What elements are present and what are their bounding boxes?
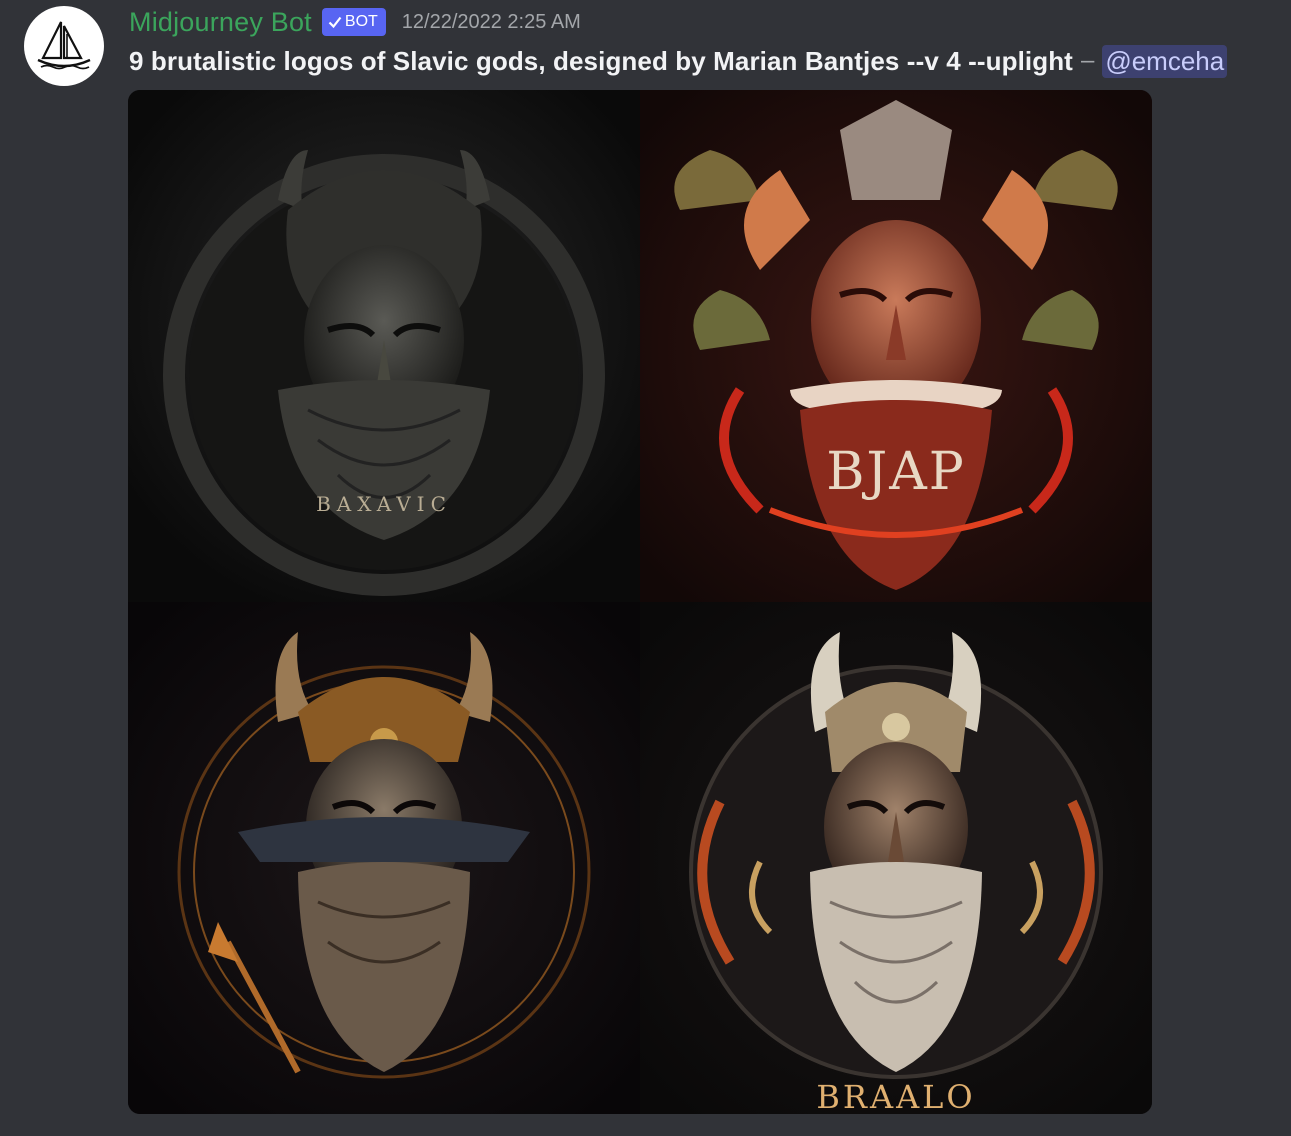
message-header: Midjourney Bot BOT 12/22/2022 2:25 AM: [129, 2, 581, 42]
bot-badge: BOT: [321, 8, 386, 36]
username[interactable]: Midjourney Bot: [129, 7, 312, 38]
red-god-illustration: [640, 90, 1152, 602]
image-grid[interactable]: BAXAVIC BJAP BRAALO: [128, 90, 1152, 1114]
checkmark-icon: [328, 16, 342, 29]
generated-image-1[interactable]: BAXAVIC: [128, 90, 640, 602]
image-caption: BAXAVIC: [316, 492, 452, 516]
message-content: 9 brutalistic logos of Slavic gods, desi…: [129, 42, 1228, 80]
sailboat-icon: [37, 21, 91, 70]
bronze-god-illustration: [128, 602, 640, 1114]
stone-god-illustration: [128, 90, 640, 602]
prompt-text: 9 brutalistic logos of Slavic gods, desi…: [129, 45, 1073, 76]
timestamp: 12/22/2022 2:25 AM: [401, 10, 581, 33]
image-caption: BRAALO: [816, 1078, 976, 1114]
bot-badge-label: BOT: [344, 13, 378, 30]
chat-message: Midjourney Bot BOT 12/22/2022 2:25 AM 9 …: [0, 0, 1291, 1136]
generated-image-4[interactable]: BRAALO: [640, 602, 1152, 1114]
bot-avatar[interactable]: [24, 6, 104, 86]
separator: –: [1080, 47, 1095, 74]
user-mention[interactable]: @emceha: [1102, 44, 1228, 78]
image-caption: BJAP: [826, 442, 966, 502]
silver-god-illustration: [640, 602, 1152, 1114]
generated-image-2[interactable]: BJAP: [640, 90, 1152, 602]
generated-image-3[interactable]: [128, 602, 640, 1114]
